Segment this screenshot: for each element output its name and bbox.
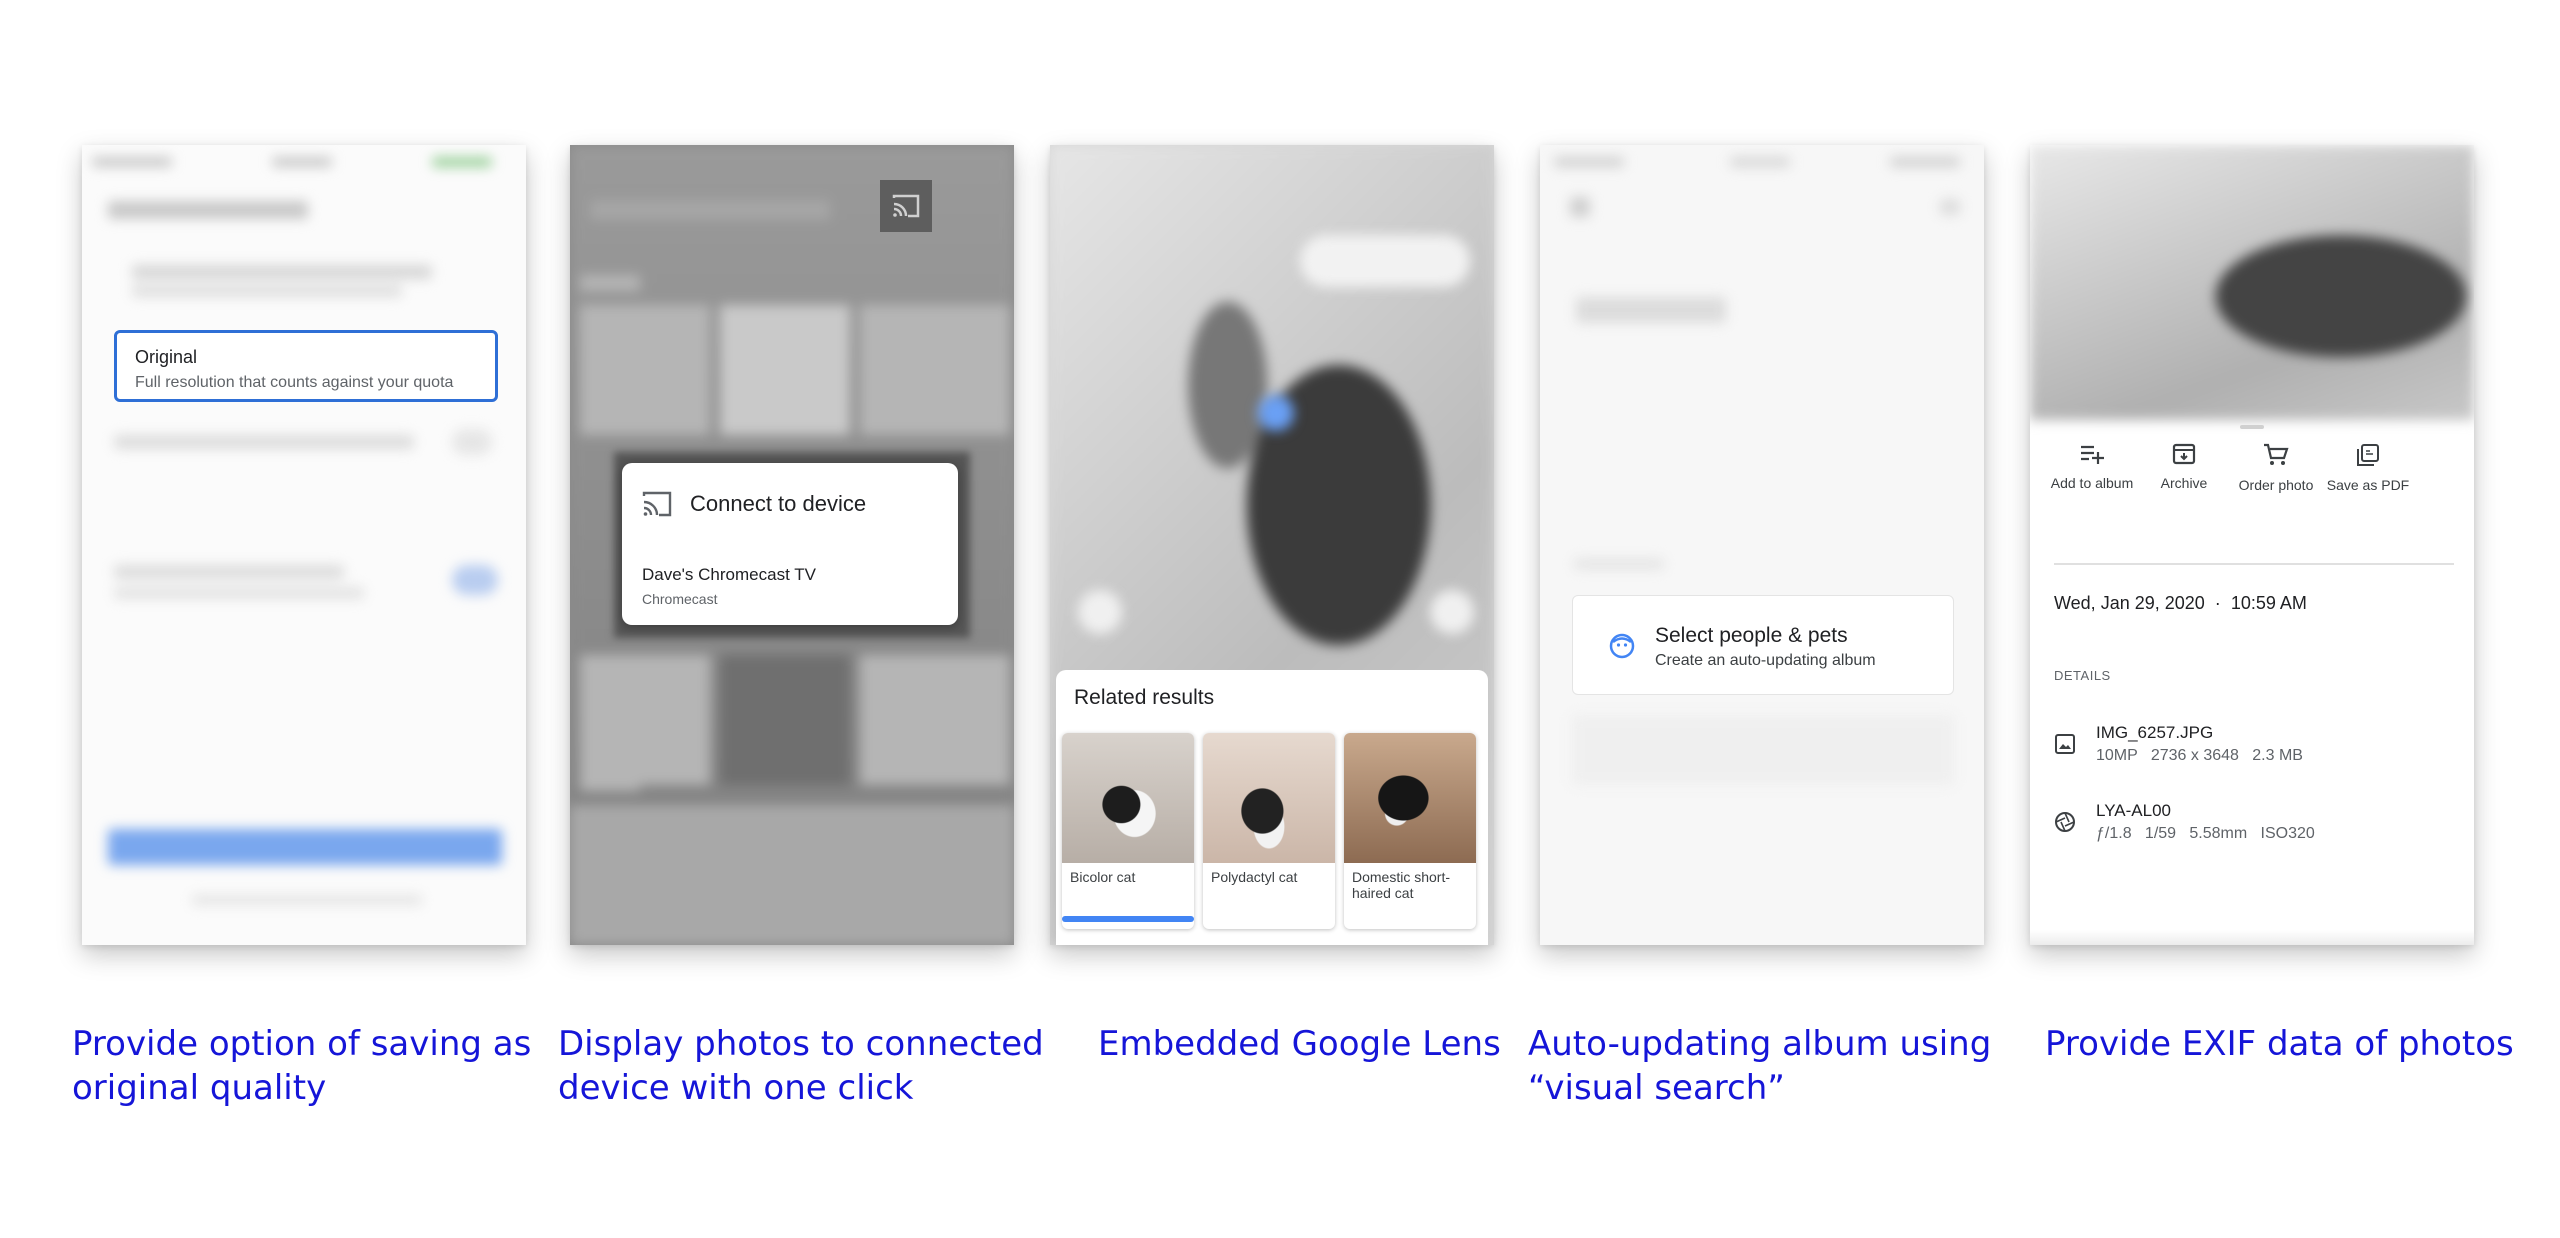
photo-details-screenshot: Add to album Archive Order photo Save as…: [2030, 145, 2474, 945]
action-label: Order photo: [2238, 477, 2314, 493]
file-info: 10MP 2736 x 3648 2.3 MB: [2096, 747, 2303, 764]
caption-original-quality: Provide option of saving as original qua…: [72, 1022, 531, 1110]
google-lens-screenshot: Related results Bicolor cat Polydactyl c…: [1050, 145, 1494, 945]
archive-icon: [2172, 443, 2196, 465]
result-label: Bicolor cat: [1070, 869, 1136, 885]
result-label: Polydactyl cat: [1211, 869, 1298, 885]
caption-google-lens: Embedded Google Lens: [1098, 1022, 1501, 1066]
order-photo-button[interactable]: Order photo: [2230, 443, 2322, 493]
camera-model: LYA-AL00: [2096, 801, 2171, 820]
result-card[interactable]: Domestic short-haired cat: [1344, 733, 1476, 929]
caption-line: “visual search”: [1528, 1068, 1785, 1108]
auto-album-screenshot: Select people & pets Create an auto-upda…: [1540, 145, 1984, 945]
result-card[interactable]: Polydactyl cat: [1203, 733, 1335, 929]
drag-handle[interactable]: [2240, 425, 2264, 429]
cart-icon: [2264, 443, 2289, 465]
lens-chip: [1300, 235, 1470, 287]
cast-icon: [892, 194, 920, 218]
related-results-title: Related results: [1074, 686, 1215, 709]
time-text: 10:59 AM: [2230, 593, 2307, 613]
file-name: IMG_6257.JPG: [2096, 723, 2214, 742]
domestic-cat-image: [1344, 733, 1476, 863]
caption-line: Embedded Google Lens: [1098, 1024, 1501, 1064]
archive-button[interactable]: Archive: [2138, 443, 2230, 491]
file-info-row: IMG_6257.JPG 10MP 2736 x 3648 2.3 MB: [2054, 723, 2303, 765]
device-name[interactable]: Dave's Chromecast TV: [642, 565, 816, 585]
pdf-icon: [2357, 444, 2379, 466]
lens-dot: [1258, 395, 1294, 431]
caption-line: Auto-updating album using: [1528, 1024, 1992, 1064]
cast-icon: [642, 491, 672, 517]
dialog-title: Connect to device: [690, 491, 867, 516]
save-as-pdf-button[interactable]: Save as PDF: [2322, 443, 2414, 493]
caption-visual-search: Auto-updating album using “visual search…: [1528, 1022, 1991, 1110]
bicolor-cat-image: [1062, 733, 1194, 863]
connect-to-device-dialog: Connect to device Dave's Chromecast TV C…: [622, 463, 958, 625]
cast-screenshot: Connect to device Dave's Chromecast TV C…: [570, 145, 1014, 945]
scroll-progress: [1062, 916, 1194, 922]
date-text: Wed, Jan 29, 2020: [2054, 593, 2205, 613]
option-subtitle: Full resolution that counts against your…: [135, 374, 454, 391]
select-people-pets-option[interactable]: Select people & pets Create an auto-upda…: [1572, 595, 1954, 695]
backup-settings-screenshot: Original Full resolution that counts aga…: [82, 145, 526, 945]
face-icon: [1609, 633, 1635, 659]
action-label: Add to album: [2050, 475, 2134, 491]
caption-exif-data: Provide EXIF data of photos: [2045, 1022, 2514, 1066]
related-results-sheet: Related results Bicolor cat Polydactyl c…: [1056, 670, 1488, 945]
device-type: Chromecast: [642, 591, 718, 607]
divider: [2054, 563, 2454, 565]
aperture-icon: [2055, 812, 2075, 832]
caption-connected-device: Display photos to connected device with …: [558, 1022, 1044, 1110]
cat-photo: [2030, 145, 2474, 420]
photo-actions: Add to album Archive Order photo Save as…: [2030, 443, 2474, 533]
caption-line: original quality: [72, 1068, 327, 1108]
caption-line: Provide EXIF data of photos: [2045, 1024, 2514, 1064]
image-icon: [2055, 734, 2075, 754]
add-to-album-button[interactable]: Add to album: [2046, 443, 2138, 491]
option-title: Original: [135, 347, 198, 367]
option-subtitle: Create an auto-updating album: [1655, 652, 1876, 669]
lens-button: [1078, 590, 1122, 634]
details-heading: DETAILS: [2054, 668, 2111, 683]
cast-button[interactable]: [880, 180, 932, 232]
result-label: Domestic short-haired cat: [1352, 869, 1451, 901]
blurred-settings-background: [82, 145, 526, 945]
original-quality-option[interactable]: Original Full resolution that counts aga…: [114, 330, 498, 402]
separator-dot: ·: [2209, 593, 2226, 613]
dialog-header: Connect to device: [642, 491, 866, 517]
add-to-album-icon: [2081, 445, 2104, 464]
blurred-album-background: [1540, 145, 1984, 945]
action-label: Archive: [2160, 475, 2208, 491]
photo-date: Wed, Jan 29, 2020 · 10:59 AM: [2054, 593, 2307, 614]
action-label: Save as PDF: [2326, 477, 2410, 493]
caption-line: Display photos to connected: [558, 1024, 1044, 1064]
option-title: Select people & pets: [1655, 624, 1848, 647]
caption-line: Provide option of saving as: [72, 1024, 532, 1064]
lens-button: [1430, 590, 1474, 634]
bottom-edge: [2030, 930, 2474, 945]
camera-info-row: LYA-AL00 ƒ/1.8 1/59 5.58mm ISO320: [2054, 801, 2315, 843]
camera-info: ƒ/1.8 1/59 5.58mm ISO320: [2096, 825, 2315, 842]
result-card[interactable]: Bicolor cat: [1062, 733, 1194, 929]
caption-line: device with one click: [558, 1068, 914, 1108]
polydactyl-cat-image: [1203, 733, 1335, 863]
